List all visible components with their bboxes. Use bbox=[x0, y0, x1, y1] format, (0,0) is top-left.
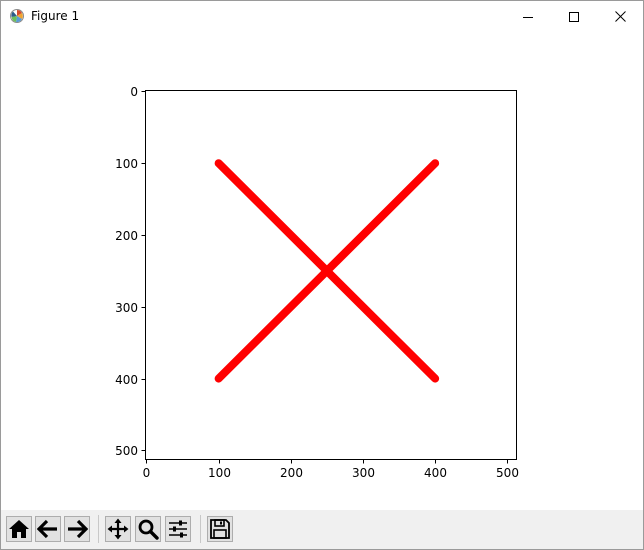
toolbar-separator bbox=[200, 515, 201, 543]
magnifier-icon bbox=[138, 519, 159, 540]
minimize-button[interactable] bbox=[505, 1, 551, 32]
y-tick-label: 400 bbox=[115, 373, 138, 387]
x-tick-label: 0 bbox=[143, 466, 151, 480]
figure-window: Figure 1 0 100 200 300 400 500 0 100 200 300 400 50… bbox=[0, 0, 644, 550]
floppy-disk-icon bbox=[210, 519, 230, 539]
y-tick-label: 300 bbox=[115, 301, 138, 315]
toolbar-separator bbox=[98, 515, 99, 543]
back-button[interactable] bbox=[35, 516, 61, 542]
save-button[interactable] bbox=[207, 516, 233, 542]
pan-button[interactable] bbox=[105, 516, 131, 542]
x-tick-label: 400 bbox=[424, 466, 447, 480]
y-tick-label: 100 bbox=[115, 157, 138, 171]
y-tick-label: 0 bbox=[130, 85, 138, 99]
window-title: Figure 1 bbox=[31, 9, 80, 23]
back-arrow-icon bbox=[37, 519, 57, 539]
configure-subplots-button[interactable] bbox=[165, 516, 191, 542]
home-button[interactable] bbox=[6, 516, 32, 542]
minimize-icon bbox=[523, 16, 533, 18]
close-button[interactable] bbox=[597, 1, 643, 32]
maximize-button[interactable] bbox=[551, 1, 597, 32]
sliders-icon bbox=[169, 520, 187, 538]
zoom-button[interactable] bbox=[135, 516, 161, 542]
maximize-icon bbox=[569, 11, 579, 22]
matplotlib-icon bbox=[10, 9, 24, 23]
plot-area[interactable]: 0 100 200 300 400 500 0 100 200 300 400 500 bbox=[1, 32, 643, 510]
x-tick-label: 100 bbox=[208, 466, 231, 480]
move-icon bbox=[107, 518, 129, 540]
x-tick-label: 500 bbox=[496, 466, 519, 480]
x-tick-label: 200 bbox=[280, 466, 303, 480]
y-tick-label: 200 bbox=[115, 229, 138, 243]
navigation-toolbar bbox=[1, 510, 643, 549]
forward-button[interactable] bbox=[64, 516, 90, 542]
title-bar[interactable]: Figure 1 bbox=[1, 1, 643, 32]
y-tick-label: 500 bbox=[115, 444, 138, 458]
home-icon bbox=[9, 520, 29, 538]
forward-arrow-icon bbox=[68, 519, 88, 539]
close-icon bbox=[614, 11, 626, 22]
figure-canvas[interactable]: 0 100 200 300 400 500 0 100 200 300 400 500 bbox=[1, 32, 643, 510]
x-tick-label: 300 bbox=[352, 466, 375, 480]
